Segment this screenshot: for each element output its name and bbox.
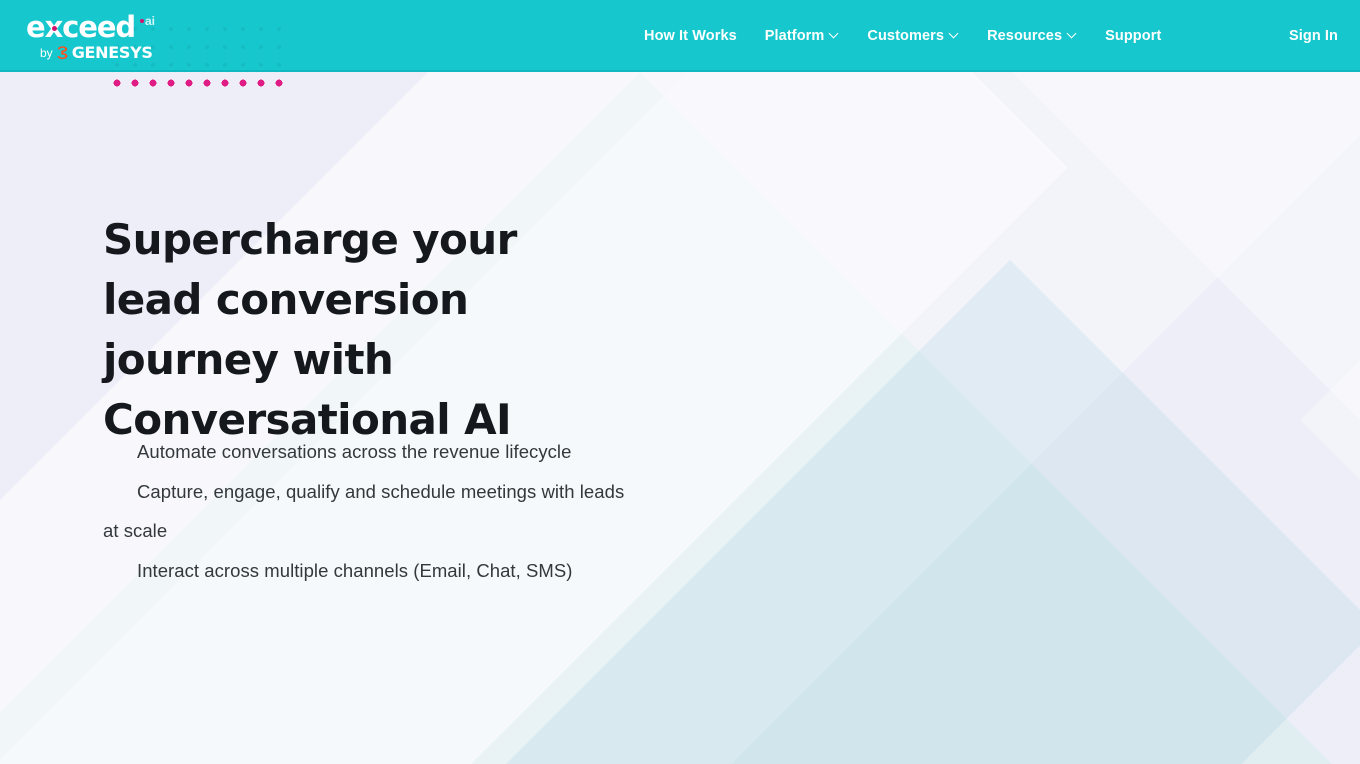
site-header: exceed ai by GENESYS How It Works Platfo… bbox=[0, 0, 1360, 72]
sign-in-link[interactable]: Sign In bbox=[1289, 0, 1338, 72]
hero-section: Supercharge your lead conversion journey… bbox=[0, 72, 1360, 764]
hero-bullet-item: Capture, engage, qualify and schedule me… bbox=[103, 480, 625, 542]
nav-item-label: Customers bbox=[867, 28, 945, 44]
chevron-down-icon bbox=[830, 30, 839, 39]
logo-ai-suffix: ai bbox=[145, 14, 156, 28]
nav-item-label: How It Works bbox=[644, 28, 737, 44]
chevron-down-icon bbox=[950, 30, 959, 39]
nav-item-platform[interactable]: Platform bbox=[751, 0, 854, 72]
genesys-logo-icon bbox=[57, 45, 68, 60]
page-title: Supercharge your lead conversion journey… bbox=[103, 215, 517, 444]
logo-ai-dot-icon bbox=[140, 19, 144, 23]
chevron-down-icon bbox=[1068, 30, 1077, 39]
nav-item-label: Resources bbox=[987, 28, 1063, 44]
main-navigation: How It Works Platform Customers Resource… bbox=[630, 0, 1175, 72]
brand-logo[interactable]: exceed ai by GENESYS bbox=[26, 12, 176, 62]
hero-bullet-item: Automate conversations across the revenu… bbox=[137, 441, 572, 462]
nav-item-support[interactable]: Support bbox=[1091, 0, 1175, 72]
nav-item-resources[interactable]: Resources bbox=[973, 0, 1091, 72]
hero-bullet-item: Interact across multiple channels (Email… bbox=[137, 559, 573, 581]
hero-bullet-list: Automate conversations across the revenu… bbox=[103, 432, 643, 590]
logo-byline-prefix: by bbox=[40, 45, 53, 60]
logo-x-dot-icon bbox=[52, 26, 57, 31]
logo-byline: by GENESYS bbox=[40, 43, 153, 62]
nav-item-label: Platform bbox=[764, 28, 825, 44]
logo-byline-brand: GENESYS bbox=[71, 43, 153, 62]
nav-item-how-it-works[interactable]: How It Works bbox=[630, 0, 751, 72]
nav-item-customers[interactable]: Customers bbox=[853, 0, 973, 72]
nav-item-label: Support bbox=[1105, 28, 1162, 44]
